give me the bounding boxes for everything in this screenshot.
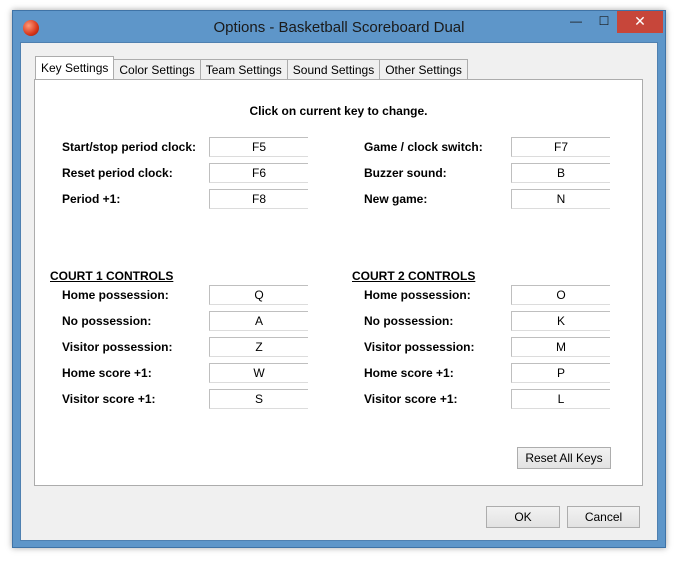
- court1-no-possession-key[interactable]: A: [209, 311, 308, 331]
- court1-home-possession-key[interactable]: Q: [209, 285, 308, 305]
- court1-visitor-possession-key[interactable]: Z: [209, 337, 308, 357]
- court1-heading: COURT 1 CONTROLS: [50, 269, 174, 283]
- instruction-text: Click on current key to change.: [249, 104, 428, 118]
- court2-home-possession-label: Home possession:: [364, 288, 471, 302]
- ok-button[interactable]: OK: [486, 506, 560, 528]
- period-plus-one-key[interactable]: F8: [209, 189, 308, 209]
- court1-visitor-score-label: Visitor score +1:: [62, 392, 156, 406]
- start-stop-clock-key[interactable]: F5: [209, 137, 308, 157]
- court2-visitor-score-label: Visitor score +1:: [364, 392, 458, 406]
- title-bar[interactable]: Options - Basketball Scoreboard Dual — ☐…: [13, 11, 665, 43]
- court2-visitor-score-key[interactable]: L: [511, 389, 610, 409]
- reset-clock-label: Reset period clock:: [62, 166, 173, 180]
- buzzer-sound-key[interactable]: B: [511, 163, 610, 183]
- court2-visitor-possession-label: Visitor possession:: [364, 340, 475, 354]
- buzzer-sound-label: Buzzer sound:: [364, 166, 447, 180]
- game-clock-switch-key[interactable]: F7: [511, 137, 610, 157]
- options-window: Options - Basketball Scoreboard Dual — ☐…: [12, 10, 666, 548]
- court2-home-score-key[interactable]: P: [511, 363, 610, 383]
- court2-home-score-label: Home score +1:: [364, 366, 454, 380]
- court2-no-possession-label: No possession:: [364, 314, 454, 328]
- key-settings-panel: Click on current key to change. Start/st…: [34, 79, 643, 486]
- court1-no-possession-label: No possession:: [62, 314, 152, 328]
- dialog-client-area: Key Settings Color Settings Team Setting…: [20, 42, 658, 541]
- court2-visitor-possession-key[interactable]: M: [511, 337, 610, 357]
- tab-sound-settings[interactable]: Sound Settings: [286, 59, 381, 79]
- game-clock-switch-label: Game / clock switch:: [364, 140, 483, 154]
- new-game-label: New game:: [364, 192, 428, 206]
- tab-other-settings[interactable]: Other Settings: [379, 59, 468, 79]
- court1-home-possession-label: Home possession:: [62, 288, 169, 302]
- period-plus-one-label: Period +1:: [62, 192, 121, 206]
- minimize-button[interactable]: —: [563, 11, 589, 33]
- court2-no-possession-key[interactable]: K: [511, 311, 610, 331]
- court1-visitor-possession-label: Visitor possession:: [62, 340, 173, 354]
- close-button[interactable]: ✕: [617, 11, 663, 33]
- court2-home-possession-key[interactable]: O: [511, 285, 610, 305]
- cancel-button[interactable]: Cancel: [567, 506, 640, 528]
- tab-strip: Key Settings Color Settings Team Setting…: [35, 56, 468, 79]
- maximize-button[interactable]: ☐: [591, 11, 617, 33]
- new-game-key[interactable]: N: [511, 189, 610, 209]
- start-stop-clock-label: Start/stop period clock:: [62, 140, 197, 154]
- court1-home-score-key[interactable]: W: [209, 363, 308, 383]
- court2-heading: COURT 2 CONTROLS: [352, 269, 476, 283]
- tab-team-settings[interactable]: Team Settings: [199, 59, 288, 79]
- court1-visitor-score-key[interactable]: S: [209, 389, 308, 409]
- reset-clock-key[interactable]: F6: [209, 163, 308, 183]
- tab-key-settings[interactable]: Key Settings: [35, 56, 115, 79]
- court1-home-score-label: Home score +1:: [62, 366, 152, 380]
- reset-all-keys-button[interactable]: Reset All Keys: [517, 447, 611, 469]
- tab-color-settings[interactable]: Color Settings: [113, 59, 201, 79]
